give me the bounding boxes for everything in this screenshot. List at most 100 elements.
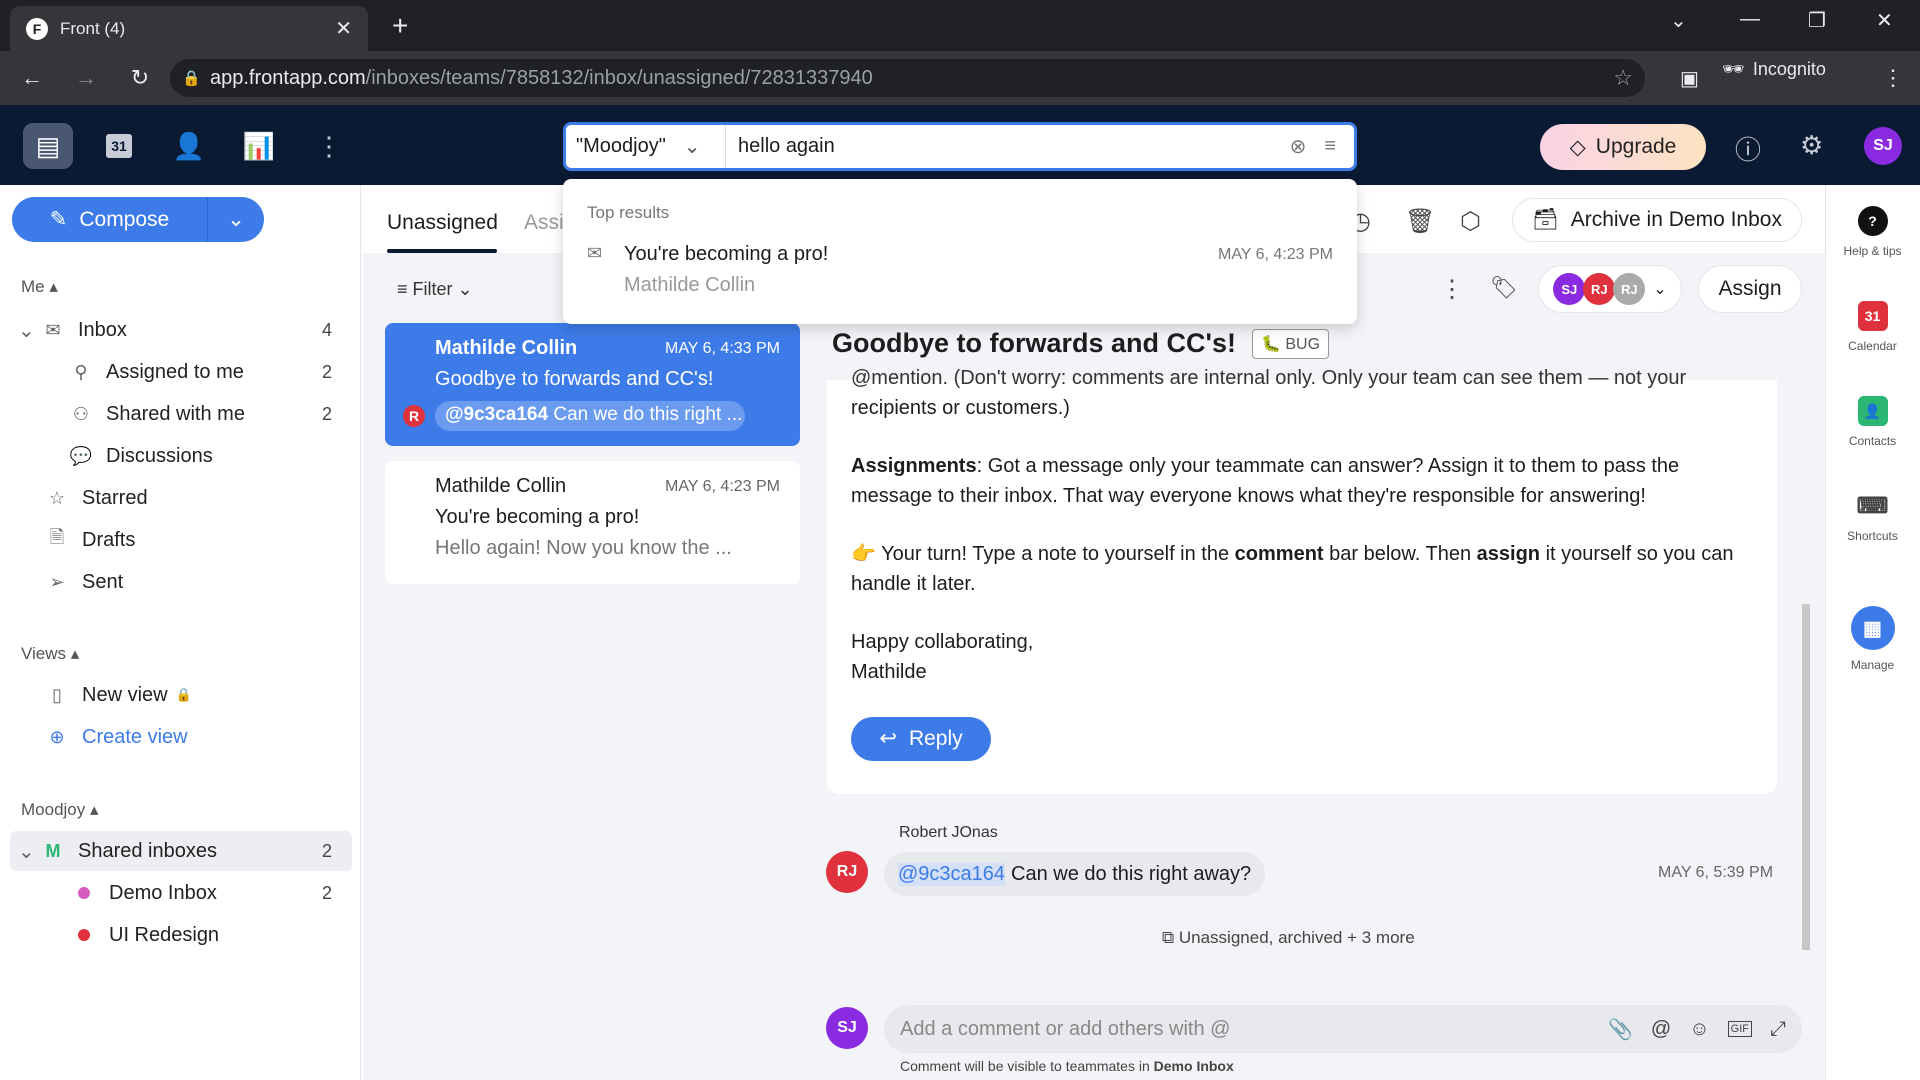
compose-icon: ✎ — [49, 208, 68, 231]
commenter-avatar: R — [403, 405, 425, 427]
rail-help-tips[interactable]: ? Help & tips — [1825, 206, 1920, 258]
top-results-heading: Top results — [587, 203, 670, 222]
send-icon: ➢ — [49, 571, 65, 592]
url-path: /inboxes/teams/7858132/inbox/unassigned/… — [365, 66, 873, 89]
conversation-item[interactable]: Mathilde Collin MAY 6, 4:23 PM You're bec… — [385, 461, 800, 584]
keyboard-icon: ⌨ — [1856, 493, 1889, 518]
grid-icon: ▦ — [1850, 606, 1895, 650]
url-field[interactable]: 🔒 app.frontapp.com/inboxes/teams/7858132… — [170, 59, 1645, 97]
sidebar-item-starred[interactable]: ☆ Starred — [10, 478, 352, 518]
create-view-link[interactable]: ⊕ Create view — [10, 717, 352, 757]
sidebar-item-discussions[interactable]: 💬 Discussions — [10, 436, 352, 476]
reload-icon[interactable]: ↻ — [118, 65, 162, 91]
search-input[interactable]: hello again — [726, 135, 1290, 158]
trash-icon[interactable]: 🗑 — [1405, 207, 1435, 236]
tag-icon[interactable]: 🏷 — [1490, 275, 1518, 301]
more-nav-icon[interactable]: ⋮ — [304, 123, 354, 169]
tag-badge[interactable]: 🐛 BUG — [1252, 329, 1330, 359]
compose-options-chevron-icon[interactable]: ⌄ — [208, 207, 264, 232]
minimize-icon[interactable]: — — [1740, 8, 1760, 31]
search-results-dropdown: Top results ✉ You're becoming a pro! Mat… — [563, 179, 1357, 324]
forward-icon[interactable]: → — [64, 65, 108, 91]
active-tab-indicator — [387, 249, 497, 253]
scrollbar[interactable] — [1802, 390, 1810, 950]
draft-file-icon: 🗎 — [49, 527, 65, 547]
contacts-nav-icon[interactable]: 👤 — [164, 123, 214, 169]
rail-calendar[interactable]: 31 Calendar — [1825, 301, 1920, 353]
sidepanel-icon[interactable]: ▣ — [1680, 66, 1699, 91]
composer-note: Comment will be visible to teammates in … — [900, 1058, 1234, 1074]
section-moodjoy[interactable]: Moodjoy ▴ — [21, 800, 99, 820]
restore-icon[interactable]: ❐ — [1808, 8, 1826, 33]
close-window-icon[interactable]: ✕ — [1876, 8, 1893, 33]
sidebar-item-ui-redesign[interactable]: UI Redesign — [10, 915, 352, 955]
sidebar-item-sent[interactable]: ➢ Sent — [10, 562, 352, 602]
sidebar-item-assigned-to-me[interactable]: ⚲ Assigned to me 2 — [10, 352, 352, 392]
conversation-subject: Goodbye to forwards and CC's! — [435, 368, 714, 390]
section-views[interactable]: Views ▴ — [21, 644, 79, 664]
spam-icon[interactable]: ⬡ — [1460, 207, 1481, 236]
inbox-color-dot — [78, 887, 90, 899]
compose-button[interactable]: ✎ Compose ⌄ — [12, 197, 264, 242]
mention-link[interactable]: @9c3ca164 — [898, 862, 1006, 886]
back-icon[interactable]: ← — [10, 65, 54, 91]
url-host: app.frontapp.com — [210, 66, 366, 89]
tab-unassigned[interactable]: Unassigned — [387, 211, 498, 235]
gif-icon[interactable]: GIF — [1727, 1021, 1752, 1037]
user-avatar[interactable]: SJ — [1864, 127, 1902, 165]
sidebar-item-shared-inboxes[interactable]: ⌄ M Shared inboxes 2 — [10, 831, 352, 871]
tab-assigned[interactable]: Assi — [524, 211, 564, 235]
comment-author: Robert JOnas — [899, 824, 998, 841]
assignee-selector[interactable]: SJ RJ RJ ⌄ — [1538, 265, 1682, 313]
chevron-down-icon: ⌄ — [1653, 281, 1667, 298]
bookmark-star-icon[interactable]: ☆ — [1613, 65, 1633, 91]
search-filter-icon[interactable]: ≡ — [1324, 135, 1336, 158]
rail-contacts[interactable]: 👤 Contacts — [1825, 396, 1920, 448]
emoji-icon[interactable]: ☺ — [1689, 1018, 1709, 1041]
assigned-user-icon: ⚲ — [74, 361, 88, 382]
filter-button[interactable]: ≡ Filter ⌄ — [397, 279, 473, 300]
tab-search-icon[interactable]: ⌄ — [1670, 8, 1687, 33]
view-icon: ▯ — [52, 684, 62, 705]
more-options-icon[interactable]: ⋮ — [1440, 275, 1464, 304]
rail-shortcuts[interactable]: ⌨ Shortcuts — [1825, 491, 1920, 543]
attachment-icon[interactable]: 📎 — [1608, 1017, 1633, 1042]
incognito-indicator[interactable]: 🕶 Incognito — [1722, 59, 1826, 80]
section-me[interactable]: Me ▴ — [21, 277, 58, 297]
assign-button[interactable]: Assign — [1698, 265, 1802, 313]
reply-button[interactable]: ↩ Reply — [851, 717, 991, 761]
close-tab-icon[interactable]: ✕ — [335, 16, 352, 41]
rail-manage[interactable]: ▦ Manage — [1825, 606, 1920, 672]
upgrade-button[interactable]: ◇ Upgrade — [1540, 124, 1706, 170]
calendar-icon: 31 — [1857, 301, 1888, 331]
sidebar-item-inbox[interactable]: ⌄ ✉ Inbox 4 — [10, 310, 352, 350]
search-scope-select[interactable]: "Moodjoy" ⌄ — [566, 125, 726, 168]
calendar-nav-icon[interactable]: 31 — [94, 123, 144, 169]
sidebar-item-demo-inbox[interactable]: Demo Inbox 2 — [10, 873, 352, 913]
mention-icon[interactable]: @ — [1651, 1018, 1671, 1041]
search-bar[interactable]: "Moodjoy" ⌄ hello again ⊗ ≡ — [563, 122, 1357, 171]
sidebar-item-drafts[interactable]: 🗎 Drafts — [10, 520, 352, 560]
activity-summary[interactable]: ⧉ Unassigned, archived + 3 more — [1162, 928, 1415, 948]
browser-tab[interactable]: F Front (4) ✕ — [10, 6, 368, 51]
archive-button[interactable]: 🗃 Archive in Demo Inbox — [1512, 198, 1802, 242]
sidebar-item-new-view[interactable]: ▯ New view 🔒 — [10, 675, 352, 715]
expand-icon[interactable]: ⤢ — [1770, 1018, 1786, 1041]
chevron-down-icon: ⌄ — [18, 319, 35, 342]
conversation-subject-title: Goodbye to forwards and CC's! — [832, 328, 1236, 358]
settings-gear-icon[interactable]: ⚙ — [1800, 130, 1823, 161]
new-tab-icon[interactable]: + — [392, 10, 408, 42]
sidebar-item-shared-with-me[interactable]: ⚇ Shared with me 2 — [10, 394, 352, 434]
clear-search-icon[interactable]: ⊗ — [1290, 134, 1307, 159]
browser-menu-icon[interactable]: ⋮ — [1882, 65, 1904, 91]
browser-tab-strip: F Front (4) ✕ + ⌄ — ❐ ✕ — [0, 0, 1920, 51]
analytics-nav-icon[interactable]: 📊 — [234, 123, 284, 169]
inbox-nav-icon[interactable]: ▤ — [23, 123, 73, 169]
comment-avatar: RJ — [826, 851, 868, 893]
message-body: @mention. (Don't worry: comments are int… — [827, 367, 1777, 794]
conversation-item[interactable]: Mathilde Collin MAY 6, 4:33 PM Goodbye to… — [385, 323, 800, 446]
team-badge-icon: M — [45, 840, 61, 861]
help-icon[interactable]: ⓘ — [1735, 130, 1761, 167]
comment-input[interactable]: Add a comment or add others with @ 📎 @ ☺… — [884, 1005, 1802, 1053]
search-result-item[interactable]: ✉ You're becoming a pro! Mathilde Collin… — [563, 237, 1357, 307]
